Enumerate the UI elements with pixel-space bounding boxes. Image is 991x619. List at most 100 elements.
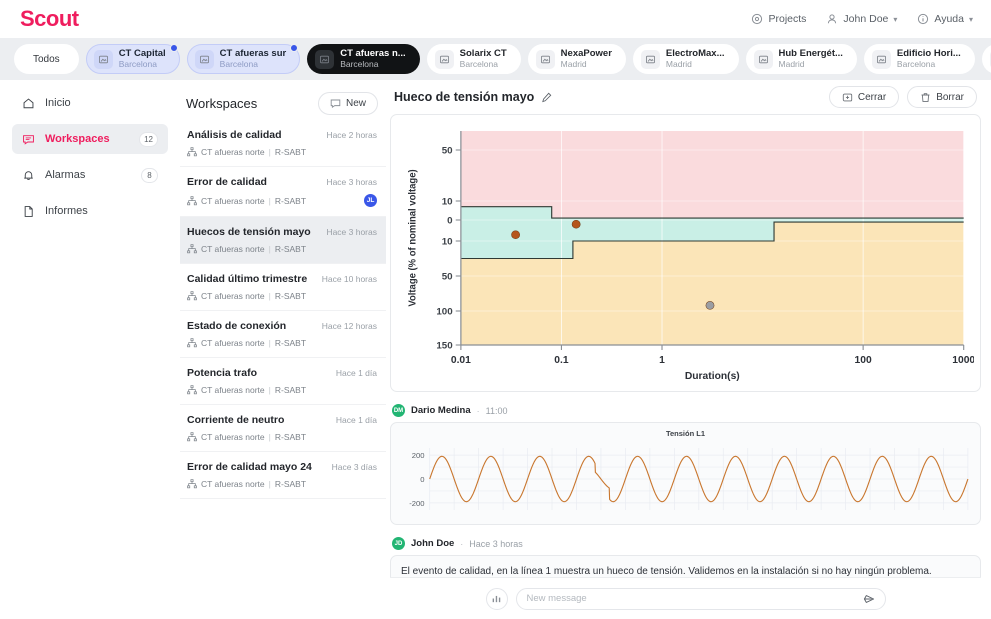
y-tick-label: 50 xyxy=(442,146,453,157)
help-label: Ayuda xyxy=(934,13,964,25)
site-chip-1[interactable]: CT afueras sur Barcelona xyxy=(186,44,301,74)
workspace-list-item[interactable]: Huecos de tensión mayo Hace 3 horas CT afu… xyxy=(180,217,386,264)
site-chip-all-label: Todos xyxy=(33,53,60,65)
pencil-icon[interactable] xyxy=(541,92,552,103)
building-icon xyxy=(753,49,773,69)
building-icon xyxy=(640,49,660,69)
user-menu[interactable]: John Doe ▾ xyxy=(826,13,897,25)
app-root: Scout Projects John Doe ▾ Ayuda ▾ Todos … xyxy=(0,0,991,619)
sidebar-item-label: Inicio xyxy=(45,97,71,109)
site-chip-4[interactable]: NexaPower Madrid xyxy=(527,44,626,74)
sidebar-item-badge: 8 xyxy=(141,167,158,183)
y-tick-label: 10 xyxy=(442,237,453,248)
workspace-time: Hace 2 horas xyxy=(326,130,377,140)
comment-header: DM Dario Medina · 11:00 xyxy=(390,400,981,422)
message-input[interactable] xyxy=(526,593,857,604)
site-chip-name: ElectroMax... xyxy=(665,47,725,59)
workspace-list-item[interactable]: Análisis de calidad Hace 2 horas CT afuera… xyxy=(180,120,386,167)
info-icon xyxy=(917,13,929,25)
sitemap-icon xyxy=(187,147,197,157)
workspace-device: R-SABT xyxy=(274,195,307,206)
x-tick-label: 0.1 xyxy=(554,355,569,366)
workspace-list-item[interactable]: Estado de conexión Hace 12 horas CT afuera… xyxy=(180,311,386,358)
workspace-separator: | xyxy=(268,432,271,442)
data-point xyxy=(511,230,520,239)
workspace-name: Error de calidad xyxy=(187,176,267,188)
site-chips-bar: Todos CT Capital Barcelona CT afueras sur B… xyxy=(0,38,991,80)
workspace-list: Análisis de calidad Hace 2 horas CT afuera… xyxy=(180,120,386,619)
sidebar-item-label: Alarmas xyxy=(45,169,86,181)
site-chip-0[interactable]: CT Capital Barcelona xyxy=(85,44,180,74)
itic-chart: 501001050100150Voltage (% of nominal vol… xyxy=(407,131,974,382)
top-bar: Scout Projects John Doe ▾ Ayuda ▾ xyxy=(0,0,991,38)
sidebar-item-workspaces[interactable]: Workspaces 12 xyxy=(12,124,168,154)
site-chip-list: CT Capital Barcelona CT afueras sur Barcelo… xyxy=(85,44,991,74)
comment-dario: DM Dario Medina · 11:00 Tensión L1 200 0 -… xyxy=(390,400,981,525)
sidebar-item-alarmas[interactable]: Alarmas 8 xyxy=(12,160,168,190)
message-field[interactable] xyxy=(515,587,886,610)
main-pane: Hueco de tensión mayo Cerrar Borrar 50 1… xyxy=(386,80,991,619)
workspace-site: CT afueras norte xyxy=(201,195,265,206)
body-area: Inicio Workspaces 12 Alarmas 8 Informes Works… xyxy=(0,80,991,619)
tension-l1-chart: 200 0 -200 xyxy=(409,448,969,510)
workspace-name: Huecos de tensión mayo xyxy=(187,226,311,238)
site-chip-city: Barcelona xyxy=(896,58,936,69)
delete-workspace-button[interactable]: Borrar xyxy=(907,86,977,108)
y-tick-label: 50 xyxy=(442,272,453,283)
workspace-site: CT afueras norte xyxy=(201,385,265,395)
top-bar-actions: Projects John Doe ▾ Ayuda ▾ xyxy=(751,13,973,25)
home-icon xyxy=(22,97,35,110)
send-icon[interactable] xyxy=(863,593,875,605)
site-chip-all[interactable]: Todos xyxy=(14,44,79,74)
help-menu[interactable]: Ayuda ▾ xyxy=(917,13,973,25)
building-icon xyxy=(93,49,113,69)
site-chip-5[interactable]: ElectroMax... Madrid xyxy=(632,44,739,74)
workspace-device: R-SABT xyxy=(274,147,307,157)
close-workspace-button[interactable]: Cerrar xyxy=(828,86,900,108)
site-chip-2[interactable]: CT afueras n... Barcelona xyxy=(307,44,420,74)
workspace-list-item[interactable]: Calidad último trimestre Hace 10 horas CT … xyxy=(180,264,386,311)
workspace-list-item[interactable]: Potencia trafo Hace 1 día CT afueras norte… xyxy=(180,358,386,405)
insert-chart-button[interactable] xyxy=(485,587,508,610)
building-icon xyxy=(871,49,891,69)
comment-separator: · xyxy=(476,405,480,416)
workspace-list-item[interactable]: Error de calidad Hace 3 horas CT afueras n… xyxy=(180,167,386,217)
workspace-list-item[interactable]: Error de calidad mayo 24 Hace 3 días CT af… xyxy=(180,452,386,499)
y-axis-label: Voltage (% of nominal voltage) xyxy=(407,169,418,306)
building-icon xyxy=(434,49,454,69)
y-tick-label: 200 xyxy=(412,451,425,460)
workspace-name: Estado de conexión xyxy=(187,320,287,332)
site-chip-3[interactable]: Solarix CT Barcelona xyxy=(426,44,521,74)
workspace-name: Calidad último trimestre xyxy=(187,273,308,285)
main-actions: Cerrar Borrar xyxy=(828,86,977,108)
workspace-list-item[interactable]: Corriente de neutro Hace 1 día CT afueras … xyxy=(180,405,386,452)
site-chip-6[interactable]: Hub Energét... Madrid xyxy=(745,44,857,74)
site-chip-7[interactable]: Edificio Hori... Barcelona xyxy=(863,44,975,74)
site-chip-name: CT afueras n... xyxy=(340,47,406,59)
workspace-time: Hace 1 día xyxy=(335,415,377,425)
sidebar-item-informes[interactable]: Informes xyxy=(12,196,168,226)
sitemap-icon xyxy=(187,291,197,301)
workspace-device: R-SABT xyxy=(274,432,307,442)
site-chip-name: Hub Energét... xyxy=(778,47,843,59)
workspace-device: R-SABT xyxy=(274,385,307,395)
y-tick-label: 10 xyxy=(442,197,453,208)
avatar: DM xyxy=(392,404,405,417)
bar-chart-icon xyxy=(491,593,502,604)
comment-author: John Doe xyxy=(411,538,455,549)
sitemap-icon xyxy=(187,244,197,254)
workspace-time: Hace 3 días xyxy=(331,462,377,472)
avatar: JD xyxy=(392,537,405,550)
data-point xyxy=(705,301,715,310)
workspace-device: R-SABT xyxy=(274,479,307,489)
workspaces-panel-header: Workspaces New xyxy=(180,86,386,120)
notification-dot xyxy=(169,44,178,52)
main-scroll-area[interactable]: 50 10 0 10 50 100 150 Voltage (% of nominal vol… xyxy=(390,114,981,577)
projects-menu[interactable]: Projects xyxy=(751,13,806,25)
workspace-separator: | xyxy=(268,291,271,301)
site-chip-8[interactable]: Building nameBarcelona xyxy=(981,44,991,74)
new-workspace-button[interactable]: New xyxy=(317,91,378,115)
site-chip-name: Solarix CT xyxy=(459,47,507,59)
archive-icon xyxy=(842,92,853,103)
sidebar-item-inicio[interactable]: Inicio xyxy=(12,88,168,118)
